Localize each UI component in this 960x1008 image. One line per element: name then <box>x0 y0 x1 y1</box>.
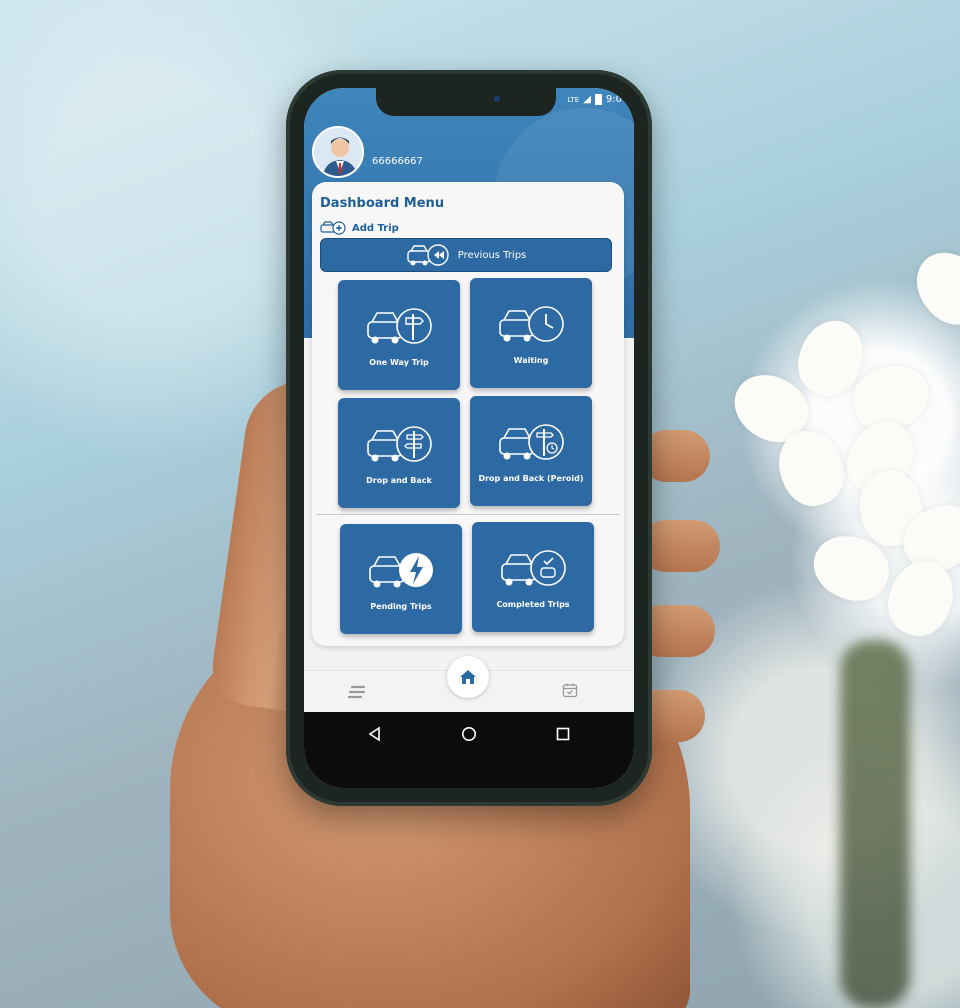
car-completed-icon <box>501 549 566 586</box>
tile-one-way-trip[interactable]: One Way Trip <box>338 280 460 390</box>
tile-label: Drop and Back <box>366 475 432 485</box>
tile-label: Drop and Back (Peroid) <box>478 473 584 483</box>
car-sign-period-icon <box>499 423 564 460</box>
menu-button[interactable] <box>347 684 366 703</box>
car-double-sign-icon <box>367 425 432 462</box>
dashboard-card: Dashboard Menu Add Trip Previous Trips O… <box>312 182 624 646</box>
car-signpost-icon <box>367 307 432 344</box>
app-screen: LTE ◢ 9:0 66666667 Dashboard Menu Add Tr… <box>304 88 634 788</box>
battery-icon <box>594 94 602 105</box>
divider <box>316 514 620 515</box>
tile-label: Completed Trips <box>496 599 570 609</box>
home-circle-icon[interactable] <box>461 726 477 742</box>
notch <box>376 88 556 116</box>
menu-icon <box>347 685 366 699</box>
tile-label: One Way Trip <box>369 357 429 367</box>
status-bar: LTE ◢ 9:0 <box>568 94 622 105</box>
tile-label: Pending Trips <box>370 601 432 611</box>
calendar-icon <box>562 683 578 698</box>
blossom-branch <box>840 640 910 1008</box>
previous-trips-button[interactable]: Previous Trips <box>320 238 612 272</box>
tile-label: Waiting <box>513 355 549 365</box>
add-trip-label: Add Trip <box>352 222 399 234</box>
recents-icon[interactable] <box>555 726 571 742</box>
previous-trips-label: Previous Trips <box>457 249 527 261</box>
home-icon <box>460 670 476 684</box>
tile-drop-and-back[interactable]: Drop and Back <box>338 398 460 508</box>
smartphone: LTE ◢ 9:0 66666667 Dashboard Menu Add Tr… <box>286 70 652 806</box>
dashboard-title: Dashboard Menu <box>320 196 445 211</box>
user-phone-number: 66666667 <box>372 156 423 167</box>
tile-drop-and-back-period[interactable]: Drop and Back (Peroid) <box>470 396 592 506</box>
tile-pending-trips[interactable]: Pending Trips <box>340 524 462 634</box>
tile-completed-trips[interactable]: Completed Trips <box>472 522 594 632</box>
home-button[interactable] <box>447 656 489 698</box>
signal-icon: ◢ <box>583 94 591 105</box>
calendar-button[interactable] <box>562 682 578 702</box>
add-trip-button[interactable]: Add Trip <box>320 220 399 236</box>
car-lightning-icon <box>369 552 433 587</box>
android-navigation-bar <box>304 712 634 788</box>
car-clock-icon <box>499 305 564 342</box>
car-rewind-icon <box>407 244 449 266</box>
status-time: 9:0 <box>605 94 622 105</box>
avatar[interactable] <box>312 126 364 178</box>
tile-waiting[interactable]: Waiting <box>470 278 592 388</box>
back-icon[interactable] <box>367 726 383 742</box>
car-plus-icon <box>320 221 346 235</box>
network-label: LTE <box>567 95 580 104</box>
